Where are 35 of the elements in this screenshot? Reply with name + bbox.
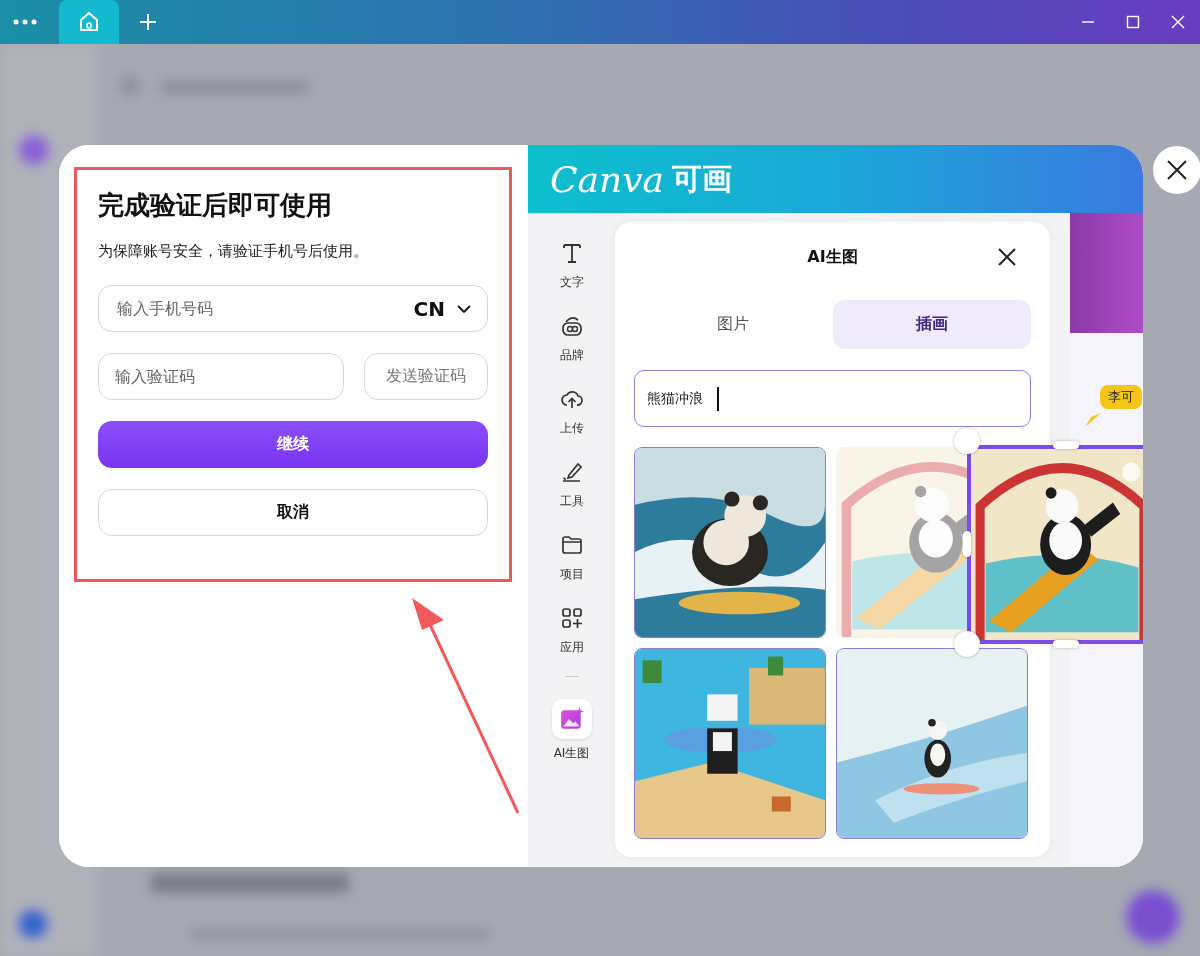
send-code-button[interactable]: 发送验证码: [364, 353, 488, 400]
resize-handle[interactable]: [1053, 441, 1079, 449]
sidebar-tool[interactable]: 上传: [559, 384, 584, 437]
panel-tab[interactable]: 图片: [634, 300, 833, 349]
continue-button[interactable]: 继续: [98, 421, 488, 468]
canva-logo: Canva: [550, 158, 664, 200]
brand-icon: [559, 314, 584, 338]
code-field[interactable]: 输入验证码: [98, 353, 344, 400]
prompt-field[interactable]: 熊猫冲浪: [634, 370, 1031, 427]
resize-handle[interactable]: [1053, 640, 1079, 648]
sidebar-tool[interactable]: 品牌: [559, 311, 584, 364]
phone-field[interactable]: 输入手机号码 CN: [98, 285, 488, 332]
folder-icon: [559, 533, 584, 557]
more-icon[interactable]: [13, 19, 37, 25]
cancel-button[interactable]: 取消: [98, 489, 488, 536]
close-icon: [1167, 160, 1187, 180]
dialog-subtitle: 为保障账号安全，请验证手机号后使用。: [98, 241, 369, 262]
chevron-down-icon[interactable]: [457, 304, 471, 313]
collaborator-tag: 李可: [1100, 385, 1142, 409]
sidebar-tool[interactable]: 项目: [559, 530, 584, 583]
magic-image-icon: [558, 706, 585, 732]
maximize-icon[interactable]: [1126, 15, 1140, 29]
sidebar-tool[interactable]: 文字: [559, 238, 584, 291]
apps-icon: [559, 606, 584, 630]
sidebar-tool[interactable]: 工具: [559, 457, 584, 510]
panel-tab[interactable]: 插画: [832, 300, 1031, 349]
close-icon[interactable]: [998, 248, 1016, 266]
home-icon: [77, 10, 101, 34]
panel-title: AI生图: [807, 246, 858, 268]
plus-icon[interactable]: [139, 13, 157, 31]
dialog-title: 完成验证后即可使用: [98, 189, 333, 222]
sidebar-tool[interactable]: 应用: [559, 603, 584, 656]
country-code[interactable]: CN: [413, 296, 445, 321]
resize-handle[interactable]: [963, 531, 971, 557]
logo-chinese: 可画: [672, 159, 732, 198]
